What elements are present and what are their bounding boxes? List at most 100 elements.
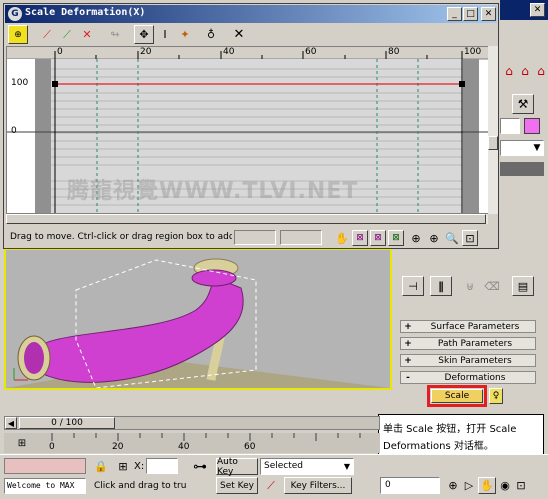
ruler-label-80: 80 [388,47,400,57]
pipe-top-ring [191,269,237,287]
object-color-swatch[interactable] [524,118,540,134]
x-label: X: [134,461,145,472]
dialog-title: Scale Deformation(X) [25,7,146,18]
chevron-down-icon: ▼ [533,143,541,153]
stack-tools-row: ⊣ ∥ ⊎ ⌫ ▤ [398,276,548,296]
tangent-icon[interactable]: ⟋ [262,477,280,494]
dialog-toolbar: ⊕ ⟋ ⟋ ✕ ↬ ✥ I ✦ ♁ ✕ [6,24,496,46]
pipe-end-inner [24,342,44,374]
zoom-vertical-icon[interactable]: ⊕ [426,230,442,246]
time-slider-thumb[interactable]: 0 / 100 [19,417,115,429]
curve-graph[interactable]: 0 20 40 60 80 100 100 0 腾龍視覺WWW.TLVI.NET [6,46,490,214]
main-close-button[interactable]: ✕ [530,3,545,17]
maximize-button[interactable]: □ [463,7,478,21]
rollout-surface-parameters[interactable]: + Surface Parameters [400,320,536,333]
orbit-icon[interactable]: ◉ [498,477,512,494]
bottom-bar: Welcome to MAX 🔒 ⊞ X: Click and drag to … [0,454,548,499]
shape-icon[interactable]: ⌂ [502,64,516,78]
zoom-vertical-extents-icon[interactable]: ⊠ [388,230,404,246]
zoom-viewport-icon[interactable]: ⊕ [446,477,460,494]
swap-curves-icon[interactable]: ↬ [106,25,124,44]
pan-view-icon[interactable]: ✋ [478,477,496,494]
field-of-view-icon[interactable]: ▷ [462,477,476,494]
horizontal-scrollbar[interactable] [6,214,488,224]
chevron-down-icon: ▼ [343,462,351,471]
track-tick-40: 40 [178,442,190,452]
scale-control-point-icon[interactable]: I [156,25,174,44]
scroll-thumb[interactable] [6,214,486,224]
delete-control-point-icon[interactable]: ♁ [202,25,220,44]
track-tick-60: 60 [244,442,256,452]
track-bar-ticks [51,433,361,441]
scroll-thumb[interactable] [488,136,498,150]
make-unique-icon[interactable]: ⊎ [460,276,480,296]
track-tick-0: 0 [49,442,55,452]
rollout-sign: - [406,372,410,383]
zoom-horizontal-extents-icon[interactable]: ⊠ [370,230,386,246]
scale-lightbulb-icon[interactable]: ♀ [489,388,503,404]
show-end-result-icon[interactable]: ∥ [430,276,452,296]
selection-set-value: Selected [264,461,304,471]
y-label-0: 0 [11,126,17,136]
rollout-path-parameters[interactable]: + Path Parameters [400,337,536,350]
ruler-label-20: 20 [140,47,152,57]
insert-corner-point-icon[interactable]: ✦ [176,25,194,44]
remove-modifier-icon[interactable]: ⌫ [482,276,502,296]
configure-sets-icon[interactable]: ▤ [512,276,534,296]
maximize-viewport-icon[interactable]: ⊡ [514,477,528,494]
vertical-scrollbar[interactable] [488,46,498,214]
ruler-label-0: 0 [57,47,63,57]
track-bar-icon[interactable]: ⊞ [14,435,30,451]
control-point-end [459,81,465,87]
prompt-line: Click and drag to tru [94,481,187,491]
maxscript-listener-pink[interactable] [4,458,86,474]
utilities-hammer-icon[interactable]: ⚒ [512,94,534,114]
pan-hand-icon[interactable]: ✋ [334,230,350,246]
rollout-label: Deformations [444,372,506,383]
display-x-axis-icon[interactable]: ⟋ [38,25,56,44]
light-icon[interactable]: ⌂ [518,64,532,78]
ruler-label-60: 60 [305,47,317,57]
set-key-button[interactable]: Set Key [216,477,258,494]
ruler-label-40: 40 [223,47,235,57]
rollout-label: Surface Parameters [430,321,520,332]
lock-selection-icon[interactable]: 🔒 [94,459,108,473]
x-coordinate-field[interactable] [146,458,178,474]
welcome-field[interactable]: Welcome to MAX [4,478,86,494]
scale-deformation-dialog: G Scale Deformation(X) _ □ ✕ ⊕ ⟋ ⟋ ✕ ↬ ✥… [3,3,499,249]
y-label-100: 100 [11,78,29,88]
dialog-title-bar[interactable]: G Scale Deformation(X) _ □ ✕ [5,5,497,23]
rollout-sign: + [404,338,412,349]
make-symmetrical-icon[interactable]: ⊕ [8,25,28,44]
zoom-horizontal-icon[interactable]: ⊕ [408,230,424,246]
key-icon[interactable]: ⊶ [188,459,212,475]
reset-curve-icon[interactable]: ✕ [230,25,248,44]
rollout-deformations[interactable]: - Deformations [400,371,536,384]
display-xy-axes-icon[interactable]: ✕ [78,25,96,44]
track-tick-20: 20 [112,442,124,452]
scale-button[interactable]: Scale [431,389,483,403]
rollout-skin-parameters[interactable]: + Skin Parameters [400,354,536,367]
zoom-extents-icon[interactable]: ⊠ [352,230,368,246]
modifier-stack [500,162,544,176]
auto-key-button[interactable]: Auto Key [216,457,258,477]
status-text: Drag to move. Ctrl-click or drag region … [10,232,232,242]
minimize-button[interactable]: _ [447,7,462,21]
frame-field[interactable]: 0 [380,477,440,494]
zoom-icon[interactable]: 🔍 [444,230,460,246]
camera-icon[interactable]: ⌂ [534,64,548,78]
close-button[interactable]: ✕ [481,7,496,21]
viewport[interactable] [4,248,392,390]
time-slider-prev[interactable]: ◀ [5,417,17,429]
x-value-field[interactable] [234,230,276,245]
object-name-field[interactable] [500,118,520,134]
time-slider-track[interactable]: ◀ 0 / 100 [4,416,380,430]
display-y-axis-icon[interactable]: ⟋ [58,25,76,44]
pin-stack-icon[interactable]: ⊣ [402,276,424,296]
absolute-mode-icon[interactable]: ⊞ [116,459,130,473]
zoom-region-icon[interactable]: ⊡ [462,230,478,246]
y-value-field[interactable] [280,230,322,245]
move-control-point-icon[interactable]: ✥ [134,25,154,44]
track-bar[interactable]: ⊞ 0 20 40 60 [4,433,380,453]
key-filters-button[interactable]: Key Filters... [284,477,352,494]
